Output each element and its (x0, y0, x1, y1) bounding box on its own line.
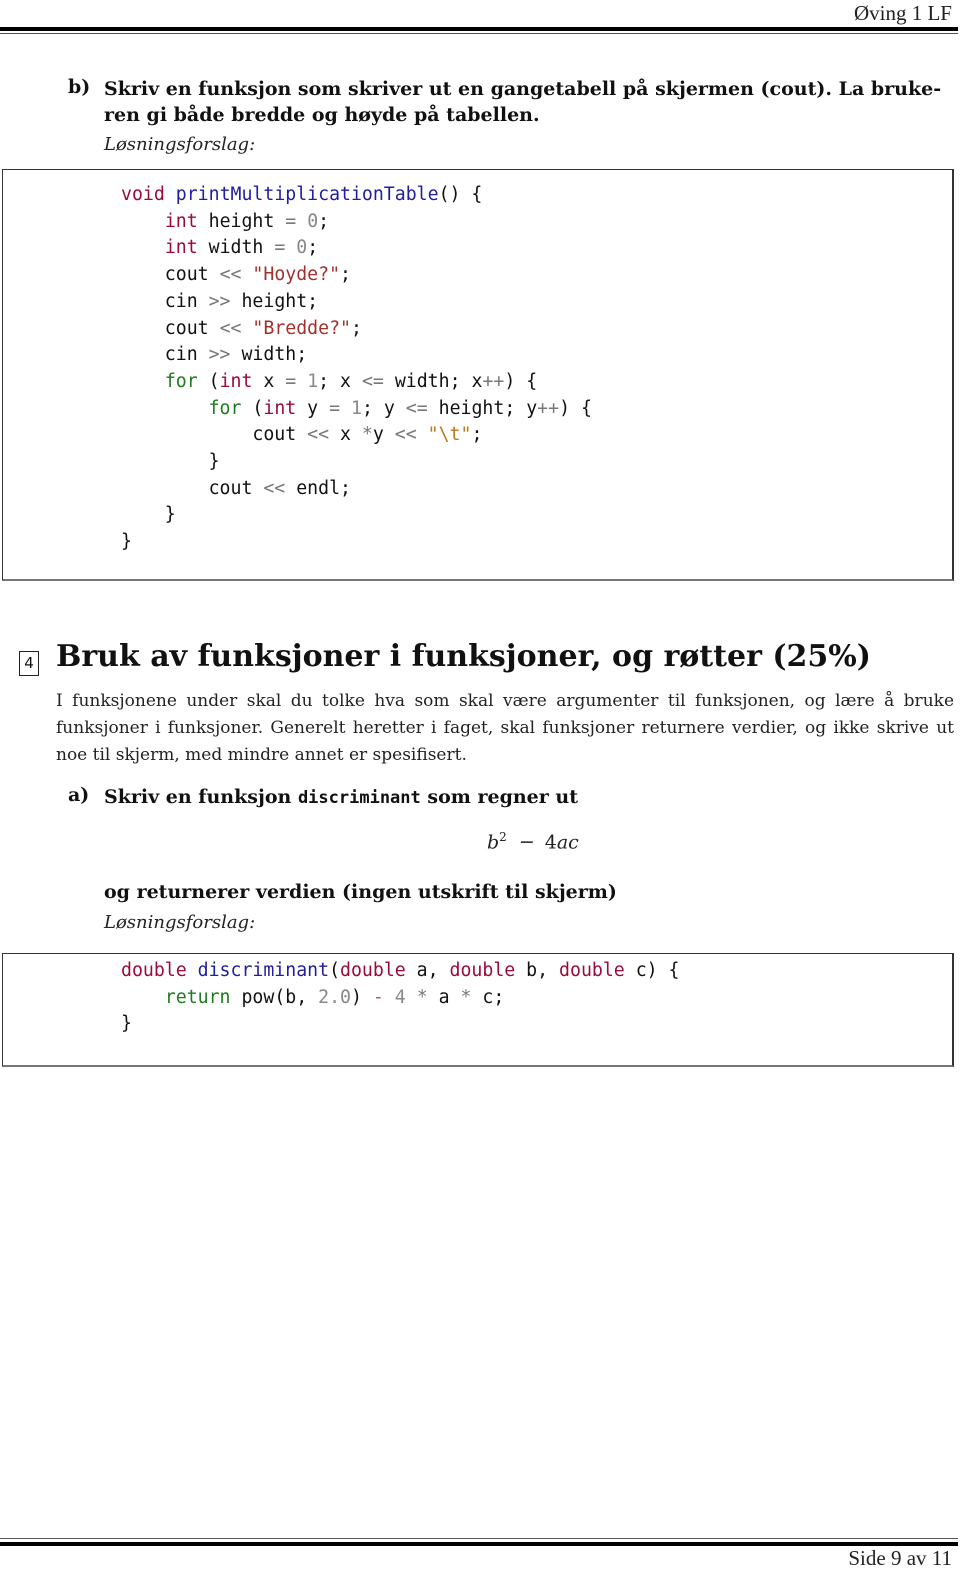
formula-base: b (487, 831, 500, 854)
part-a-prompt-before: Skriv en funksjon (104, 786, 298, 808)
page-header-title: Øving 1 LF (853, 1, 952, 25)
part-a-follow-up: og returnerer verdien (ingen utskrift ti… (104, 881, 617, 903)
footer-rule-thin (0, 1538, 958, 1539)
part-b-line-2: ren gi både bredde og høyde på tabellen. (104, 104, 540, 126)
code-listing-multiplication-table: void printMultiplicationTable() { int he… (121, 182, 592, 556)
part-b-solution-label: Løsningsforslag: (104, 134, 256, 155)
formula-minus: − (518, 831, 535, 854)
part-b-label: b) (68, 76, 91, 98)
code-line: } (121, 1013, 132, 1035)
code-line: } (121, 451, 220, 473)
part-b-line-1: Skriv en funksjon som skriver ut en gang… (104, 78, 942, 100)
footer-rule-thick (0, 1542, 958, 1546)
code-line: cout << endl; (121, 477, 351, 499)
part-a-prompt-after: som regner ut (420, 786, 578, 808)
code-line: cout << x *y << "\t"; (121, 424, 483, 446)
part-b-question: Skriv en funksjon som skriver ut en gang… (104, 76, 954, 128)
section-number-badge: 4 (19, 651, 39, 676)
page-number: Side 9 av 11 (848, 1546, 952, 1570)
header-rule-thin (0, 33, 958, 34)
code-line: for (int y = 1; y <= height; y++) { (208, 397, 592, 419)
code-line: } (121, 504, 176, 526)
code-line: for (int x = 1; x <= width; x++) { (164, 370, 538, 392)
code-block-discriminant: double discriminant(double a, double b, … (2, 953, 954, 1067)
formula-coefficient: 4 (544, 831, 557, 854)
code-line: cout << "Hoyde?"; (121, 264, 351, 286)
code-line: int width = 0; (164, 237, 319, 259)
header-rule-thick (0, 27, 958, 31)
formula-vars: ac (556, 831, 579, 854)
part-a-function-name: discriminant (297, 788, 421, 808)
formula-exponent: 2 (499, 830, 507, 844)
code-line: cin >> width; (121, 344, 308, 366)
part-a-solution-label: Løsningsforslag: (104, 912, 256, 933)
code-line: } (121, 531, 132, 553)
code-block-multiplication-table: void printMultiplicationTable() { int he… (2, 169, 954, 581)
part-a-question: Skriv en funksjon discriminant som regne… (104, 784, 578, 811)
code-line: double discriminant(double a, double b, … (121, 960, 680, 981)
code-line: cin >> height; (121, 290, 319, 312)
code-line: int height = 0; (164, 210, 330, 232)
code-listing-discriminant: double discriminant(double a, double b, … (121, 958, 680, 1038)
section-intro-paragraph: I funksjonene under skal du tolke hva so… (56, 691, 954, 765)
code-line: cout << "Bredde?"; (121, 317, 362, 339)
discriminant-formula: b2−4ac (487, 830, 579, 853)
code-line: return pow(b, 2.0) - 4 * a * c; (164, 986, 505, 1008)
part-a-label: a) (68, 784, 90, 806)
code-line: void printMultiplicationTable() { (121, 184, 483, 205)
section-title: Bruk av funksjoner i funksjoner, og røtt… (56, 639, 871, 674)
